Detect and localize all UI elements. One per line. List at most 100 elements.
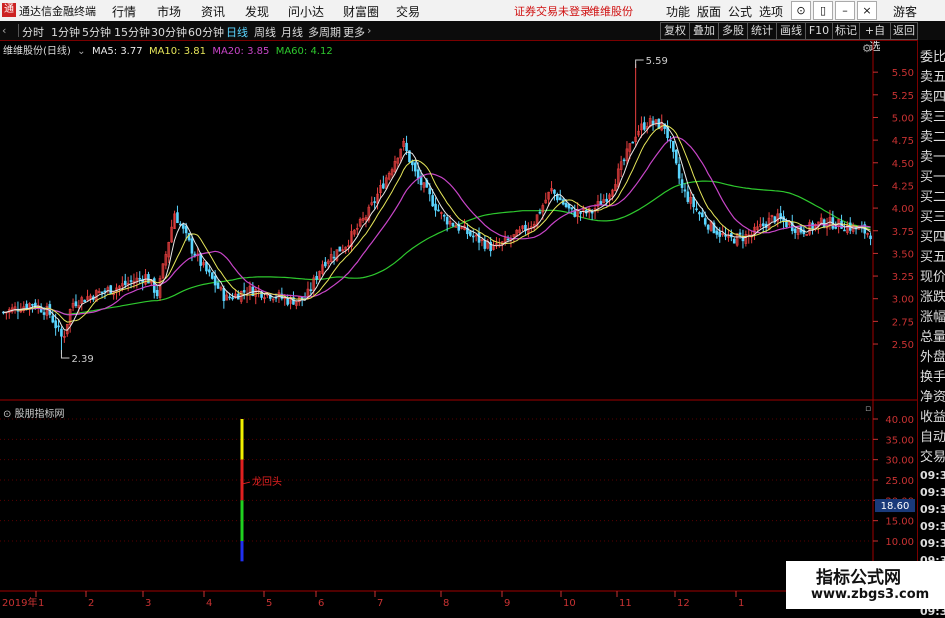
candle-body [222, 288, 226, 302]
search-icon[interactable]: ⊙ [791, 1, 811, 20]
x-axis-month-label: 4 [206, 598, 212, 609]
side-panel-label: 涨幅 [920, 310, 945, 325]
candle-body [451, 222, 455, 227]
side-panel-label: 买五 [920, 250, 945, 265]
price-axis-label: 5.50 [892, 68, 914, 79]
candle-body [25, 303, 28, 309]
ma5-line [3, 122, 871, 331]
low-price-label: 2.39 [71, 354, 93, 365]
candle-body [793, 228, 797, 233]
user-label[interactable]: 游客 [893, 3, 917, 20]
menu-discover[interactable]: 发现 [245, 3, 269, 20]
candle-body [338, 246, 342, 252]
trade-time: 09:31 [920, 486, 945, 499]
indicator-axis-label: 35.00 [885, 435, 914, 446]
title-bar: 通 通达信金融终端 行情 市场 资讯 发现 问小达 财富圈 交易 证券交易未登录… [0, 0, 945, 21]
f10-button[interactable]: F10 [805, 22, 833, 40]
statistics-button[interactable]: 统计 [747, 22, 777, 40]
side-panel-label: 买四 [920, 230, 945, 245]
annotation-label: 龙回头 [252, 475, 282, 488]
menu-wealth[interactable]: 财富圈 [343, 3, 379, 20]
add-watchlist-button[interactable]: +自选 [859, 22, 891, 53]
menu-function[interactable]: 功能 [666, 3, 690, 20]
mark-button[interactable]: 标记 [832, 22, 860, 40]
multi-stock-button[interactable]: 多股 [718, 22, 748, 40]
period-15min[interactable]: 15分钟 [114, 24, 150, 40]
candle-body [286, 297, 289, 305]
price-axis-label: 3.50 [892, 249, 914, 260]
menu-options[interactable]: 选项 [759, 3, 783, 20]
candle-body [413, 162, 417, 172]
chevron-down-icon[interactable]: ⊙ [3, 409, 15, 420]
login-warning[interactable]: 证券交易未登录 [514, 3, 591, 19]
menu-market[interactable]: 市场 [157, 3, 181, 20]
candle-body [558, 197, 562, 201]
minimize-icon[interactable]: – [835, 1, 855, 20]
candle-body [570, 207, 574, 210]
period-60min[interactable]: 60分钟 [188, 24, 224, 40]
candle-body [315, 275, 318, 280]
period-weekly[interactable]: 周线 [254, 24, 276, 40]
trade-time: 09:32 [920, 537, 945, 550]
candle-body [732, 238, 736, 244]
divider [18, 24, 19, 37]
indicator-title[interactable]: ⊙ 股朋指标网 [3, 405, 65, 420]
menu-layout[interactable]: 版面 [697, 3, 721, 20]
draw-line-button[interactable]: 画线 [776, 22, 806, 40]
x-axis-year: 2019年 [2, 596, 37, 609]
stock-link[interactable]: 维维股份 [589, 3, 633, 19]
menu-news[interactable]: 资讯 [201, 3, 225, 20]
menu-formula[interactable]: 公式 [728, 3, 752, 20]
candle-body [431, 195, 434, 207]
period-30min[interactable]: 30分钟 [151, 24, 187, 40]
candle-body [718, 231, 722, 237]
period-1min[interactable]: 1分钟 [51, 24, 80, 40]
close-icon[interactable]: ▫ [865, 404, 871, 414]
candle-body [83, 299, 86, 303]
overlay-button[interactable]: 叠加 [689, 22, 719, 40]
chevron-right-icon[interactable]: › [367, 24, 371, 37]
side-panel-label: 委比 [920, 50, 945, 65]
menu-trade[interactable]: 交易 [396, 3, 420, 20]
candle-body [469, 231, 472, 236]
gear-icon[interactable]: ⚙ [862, 42, 872, 55]
side-panel-label: 现价 [920, 270, 945, 285]
low-marker [60, 350, 70, 359]
period-more[interactable]: 更多 [343, 24, 365, 40]
chevron-left-icon[interactable]: ‹ [2, 24, 6, 37]
menu-ask[interactable]: 问小达 [288, 3, 324, 20]
back-button[interactable]: 返回 [890, 22, 918, 40]
period-5min[interactable]: 5分钟 [82, 24, 111, 40]
trade-time: 09:32 [920, 503, 945, 516]
candle-body [210, 272, 214, 279]
candle-body [442, 214, 446, 217]
close-icon[interactable]: × [857, 1, 877, 20]
x-axis-month-label: 9 [504, 598, 510, 609]
candle-body [213, 275, 217, 286]
candle-body [138, 278, 142, 280]
candle-body [103, 290, 107, 293]
candle-body [698, 212, 701, 215]
menu-market-quotes[interactable]: 行情 [112, 3, 136, 20]
trade-time: 09:32 [920, 520, 945, 533]
watermark: 指标公式网 www.zbgs3.com [786, 561, 945, 609]
period-intraday[interactable]: 分时 [22, 24, 44, 40]
candle-body [434, 203, 437, 211]
kline-chart[interactable]: ⚙ ▫ 5.50 5.25 5.00 4.75 4.50 4.25 4.00 3.75 3.50… [0, 40, 917, 609]
period-daily[interactable]: 日线 [226, 24, 248, 40]
restore-rights-button[interactable]: 复权 [660, 22, 690, 40]
x-axis-month-label: 10 [563, 598, 576, 609]
candle-body [703, 218, 707, 225]
candle-body [445, 217, 449, 225]
candle-body [51, 315, 55, 323]
period-monthly[interactable]: 月线 [281, 24, 303, 40]
phone-icon[interactable]: ▯ [813, 1, 833, 20]
period-multi[interactable]: 多周期 [308, 24, 341, 40]
candle-body [605, 198, 608, 202]
side-panel-label[interactable]: 交易 [920, 446, 945, 465]
side-panel-label[interactable]: 自动 [920, 426, 945, 445]
candle-body [674, 149, 678, 164]
app-title: 通达信金融终端 [19, 5, 96, 18]
indicator-name: 股朋指标网 [14, 409, 65, 420]
candle-body [715, 230, 719, 235]
